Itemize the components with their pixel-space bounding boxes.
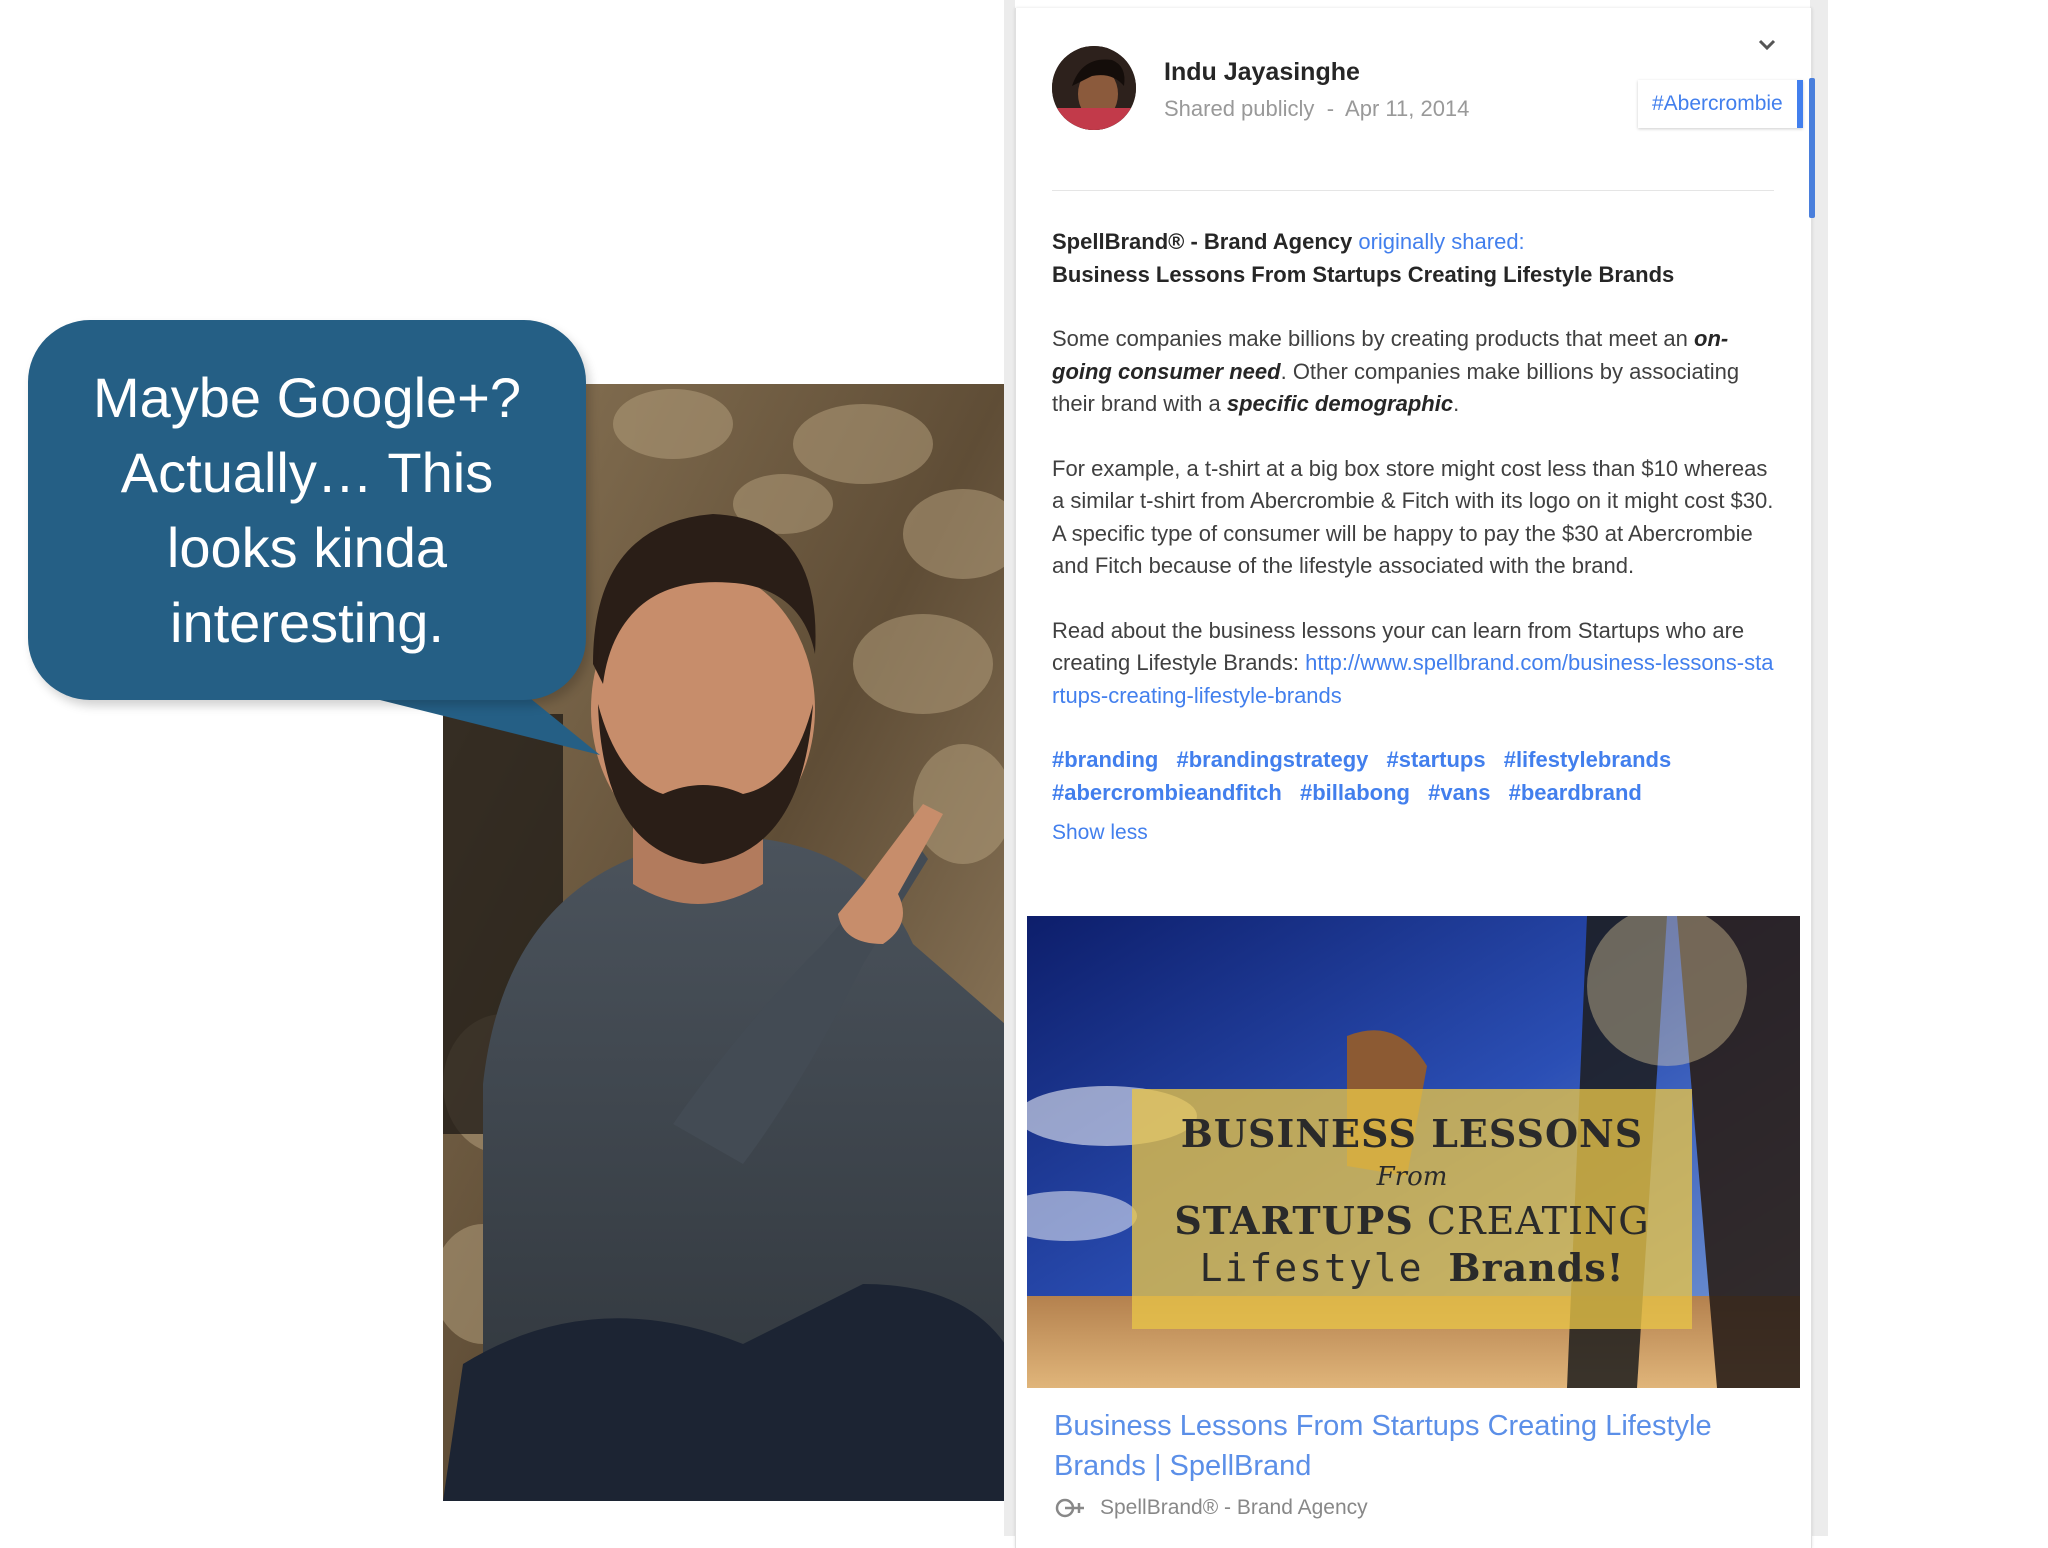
stream-gutter-right bbox=[1810, 0, 1828, 1536]
divider bbox=[1052, 190, 1774, 191]
overlay-line: From bbox=[1376, 1162, 1448, 1192]
post-visibility[interactable]: Shared publicly bbox=[1164, 96, 1314, 121]
stream-gutter-left bbox=[1004, 0, 1015, 1536]
meta-separator: - bbox=[1326, 96, 1335, 121]
reshare-action-link[interactable]: originally shared: bbox=[1358, 229, 1524, 254]
google-plus-page-icon bbox=[1055, 1498, 1084, 1518]
post-headline: Business Lessons From Startups Creating … bbox=[1052, 261, 1675, 287]
post-date[interactable]: Apr 11, 2014 bbox=[1345, 96, 1469, 121]
paragraph-3: Read about the business lessons your can… bbox=[1052, 617, 1774, 708]
bubble-line: Maybe Google+? bbox=[92, 366, 522, 429]
overlay-line: BUSINESS LESSONS bbox=[1180, 1111, 1644, 1156]
bubble-line: Actually… This bbox=[120, 441, 494, 504]
bubble-line: looks kinda bbox=[166, 516, 448, 579]
hashtag-link[interactable]: #abercrombieandfitch bbox=[1052, 780, 1282, 805]
link-preview-title[interactable]: Business Lessons From Startups Creating … bbox=[1054, 1406, 1754, 1486]
hashtag-link[interactable]: #branding bbox=[1052, 747, 1158, 772]
post-body: SpellBrand® - Brand Agency originally sh… bbox=[1052, 226, 1780, 850]
speech-bubble-text: Maybe Google+? Actually… This looks kind… bbox=[28, 320, 586, 700]
hashtag-link[interactable]: #beardbrand bbox=[1509, 780, 1642, 805]
link-preview-image[interactable]: BUSINESS LESSONS From STARTUPS CREATING … bbox=[1027, 916, 1800, 1388]
link-preview-source: SpellBrand® - Brand Agency bbox=[1054, 1496, 1368, 1520]
post-card: Indu Jayasinghe Shared publicly - Apr 11… bbox=[1015, 8, 1812, 1548]
hashtag-link[interactable]: #lifestylebrands bbox=[1504, 747, 1672, 772]
post-meta: Shared publicly - Apr 11, 2014 bbox=[1164, 96, 1469, 122]
show-less-link[interactable]: Show less bbox=[1052, 817, 1780, 850]
hashtag-link[interactable]: #billabong bbox=[1300, 780, 1410, 805]
hashtag-link[interactable]: #brandingstrategy bbox=[1176, 747, 1368, 772]
paragraph-1: Some companies make billions by creating… bbox=[1052, 326, 1740, 416]
chevron-down-icon[interactable] bbox=[1754, 32, 1780, 58]
hashtag-link[interactable]: #startups bbox=[1387, 747, 1486, 772]
speech-bubble: Maybe Google+? Actually… This looks kind… bbox=[28, 320, 586, 700]
preview-title-overlay: BUSINESS LESSONS From STARTUPS CREATING … bbox=[1132, 1089, 1692, 1329]
overlay-line: STARTUPS CREATING bbox=[1174, 1198, 1650, 1243]
post-author-name[interactable]: Indu Jayasinghe bbox=[1164, 58, 1360, 87]
hashtag-list: #branding #brandingstrategy #startups #l… bbox=[1052, 744, 1780, 809]
author-avatar[interactable] bbox=[1052, 46, 1136, 130]
paragraph-2: For example, a t-shirt at a big box stor… bbox=[1052, 455, 1774, 579]
reshare-source[interactable]: SpellBrand® - Brand Agency bbox=[1052, 229, 1352, 254]
bubble-line: interesting. bbox=[170, 591, 444, 654]
link-source-name[interactable]: SpellBrand® - Brand Agency bbox=[1100, 1496, 1368, 1520]
hashtag-link[interactable]: #vans bbox=[1428, 780, 1490, 805]
scrollbar-thumb[interactable] bbox=[1809, 78, 1815, 218]
hashtag-chip[interactable]: #Abercrombie bbox=[1638, 80, 1803, 128]
overlay-line: Lifestyle Brands! bbox=[1199, 1245, 1625, 1290]
